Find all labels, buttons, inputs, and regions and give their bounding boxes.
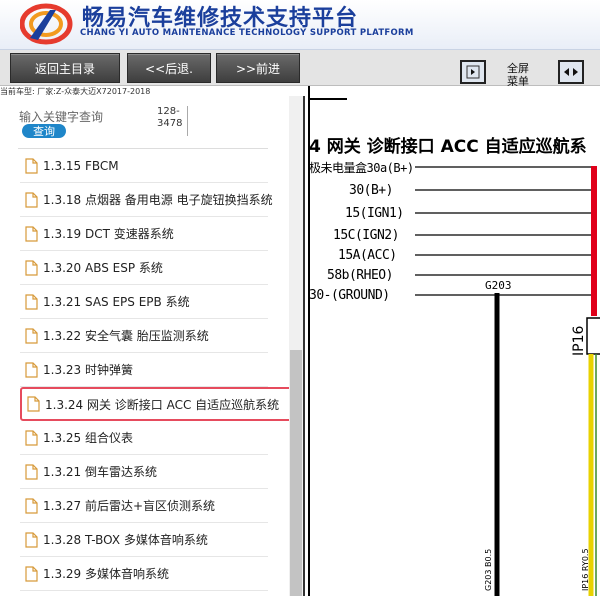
wire-label: 30(B+) (349, 183, 393, 198)
document-icon (25, 225, 38, 242)
wire-label: 15A(ACC) (338, 248, 397, 263)
wiring-diagram: 4 网关 诊断接口 ACC 自适应巡航系 极未电量盒30a(B+) 30(B+)… (307, 86, 600, 596)
toc-item-label: 1.3.15 FBCM (43, 158, 119, 173)
panel-toggle-icon (466, 65, 480, 79)
toc-item[interactable]: 1.3.21 SAS EPS EPB 系统 (20, 285, 268, 319)
page-range: 128- 3478 (152, 106, 188, 136)
document-icon (25, 497, 38, 514)
toc-item-label: 1.3.28 T-BOX 多媒体音响系统 (43, 533, 208, 547)
page-range-line2: 3478 (157, 118, 183, 129)
toc-item[interactable]: 1.3.25 组合仪表 (20, 421, 268, 455)
toc-item[interactable]: 1.3.21 倒车雷达系统 (20, 455, 268, 489)
toc-item-label: 1.3.29 多媒体音响系统 (43, 567, 169, 581)
toc-list: 1.3.15 FBCM 1.3.18 点烟器 备用电源 电子旋钮换挡系统 1.3… (20, 149, 294, 591)
search-button[interactable]: 查询 (22, 124, 66, 138)
document-icon (25, 565, 38, 582)
connector-label: IP16 (571, 325, 587, 356)
fullscreen-button[interactable] (558, 60, 584, 84)
wire-label: 15C(IGN2) (333, 228, 399, 243)
fullscreen-menu-link[interactable]: 全屏 菜单 (507, 62, 529, 88)
scrollbar-thumb[interactable] (290, 350, 302, 596)
toc-item[interactable]: 1.3.23 时钟弹簧 (20, 353, 268, 387)
document-icon (25, 429, 38, 446)
document-icon (25, 157, 38, 174)
document-icon (25, 463, 38, 480)
document-icon (25, 531, 38, 548)
document-icon (25, 259, 38, 276)
search-input[interactable]: 输入关键字查询 (19, 108, 103, 125)
fullscreen-label: 全屏 (507, 62, 529, 75)
toc-item[interactable]: 1.3.19 DCT 变速器系统 (20, 217, 268, 251)
page-range-line1: 128- (157, 106, 180, 117)
header-banner: 畅易汽车维修技术支持平台 CHANG YI AUTO MAINTENANCE T… (0, 0, 600, 50)
forward-button[interactable]: >>前进 (216, 53, 300, 83)
toc-item-label: 1.3.19 DCT 变速器系统 (43, 227, 174, 241)
toc-item[interactable]: 1.3.29 多媒体音响系统 (20, 557, 268, 591)
brand-subtitle: CHANG YI AUTO MAINTENANCE TECHNOLOGY SUP… (80, 28, 414, 38)
collapse-panel-button[interactable] (460, 60, 486, 84)
toc-item[interactable]: 1.3.20 ABS ESP 系统 (20, 251, 268, 285)
back-to-main-button[interactable]: 返回主目录 (10, 53, 120, 83)
back-button[interactable]: <<后退. (127, 53, 211, 83)
document-icon (25, 327, 38, 344)
document-icon (25, 293, 38, 310)
diagram-heading: 4 网关 诊断接口 ACC 自适应巡航系 (309, 137, 587, 157)
document-icon (25, 361, 38, 378)
connector-pin-label: IP16 RY0.5 (581, 548, 590, 591)
toc-item-label: 1.3.20 ABS ESP 系统 (43, 261, 163, 275)
toc-item[interactable]: 1.3.18 点烟器 备用电源 电子旋钮换挡系统 (20, 183, 273, 217)
wire-label: 15(IGN1) (345, 206, 404, 221)
toc-item-label: 1.3.23 时钟弹簧 (43, 363, 133, 377)
sidebar: 输入关键字查询 查询 128- 3478 1.3.15 FBCM 1.3.18 … (0, 96, 305, 596)
app-window: 畅易汽车维修技术支持平台 CHANG YI AUTO MAINTENANCE T… (0, 0, 600, 596)
wire-label: 58b(RHEO) (327, 268, 393, 283)
toc-item-label: 1.3.25 组合仪表 (43, 431, 133, 445)
ground-pin-label: G203 B0.5 (484, 548, 493, 591)
toc-item-label: 1.3.21 倒车雷达系统 (43, 465, 157, 479)
toc-item-label: 1.3.22 安全气囊 胎压监测系统 (43, 329, 209, 343)
toc-item-label: 1.3.21 SAS EPS EPB 系统 (43, 295, 190, 309)
sidebar-scrollbar[interactable] (289, 96, 303, 596)
toc-item[interactable]: 1.3.27 前后雷达+盲区侦测系统 (20, 489, 268, 523)
ground-point-label: G203 (485, 279, 512, 292)
document-icon (27, 396, 40, 412)
brand-logo-icon (20, 3, 73, 45)
toc-item-label: 1.3.27 前后雷达+盲区侦测系统 (43, 499, 216, 513)
toc-item[interactable]: 1.3.15 FBCM (20, 149, 268, 183)
toc-item[interactable]: 1.3.28 T-BOX 多媒体音响系统 (20, 523, 268, 557)
toc-item-label: 1.3.24 网关 诊断接口 ACC 自适应巡航系统 (45, 397, 280, 412)
wire-label: 30-(GROUND) (309, 288, 390, 303)
toc-item-selected[interactable]: 1.3.24 网关 诊断接口 ACC 自适应巡航系统 (20, 387, 294, 421)
wire-label: 极未电量盒30a(B+) (309, 161, 414, 175)
toc-item[interactable]: 1.3.22 安全气囊 胎压监测系统 (20, 319, 268, 353)
toc-item-label: 1.3.18 点烟器 备用电源 电子旋钮换挡系统 (43, 193, 273, 207)
document-icon (25, 191, 38, 208)
fullscreen-icon (564, 68, 578, 76)
